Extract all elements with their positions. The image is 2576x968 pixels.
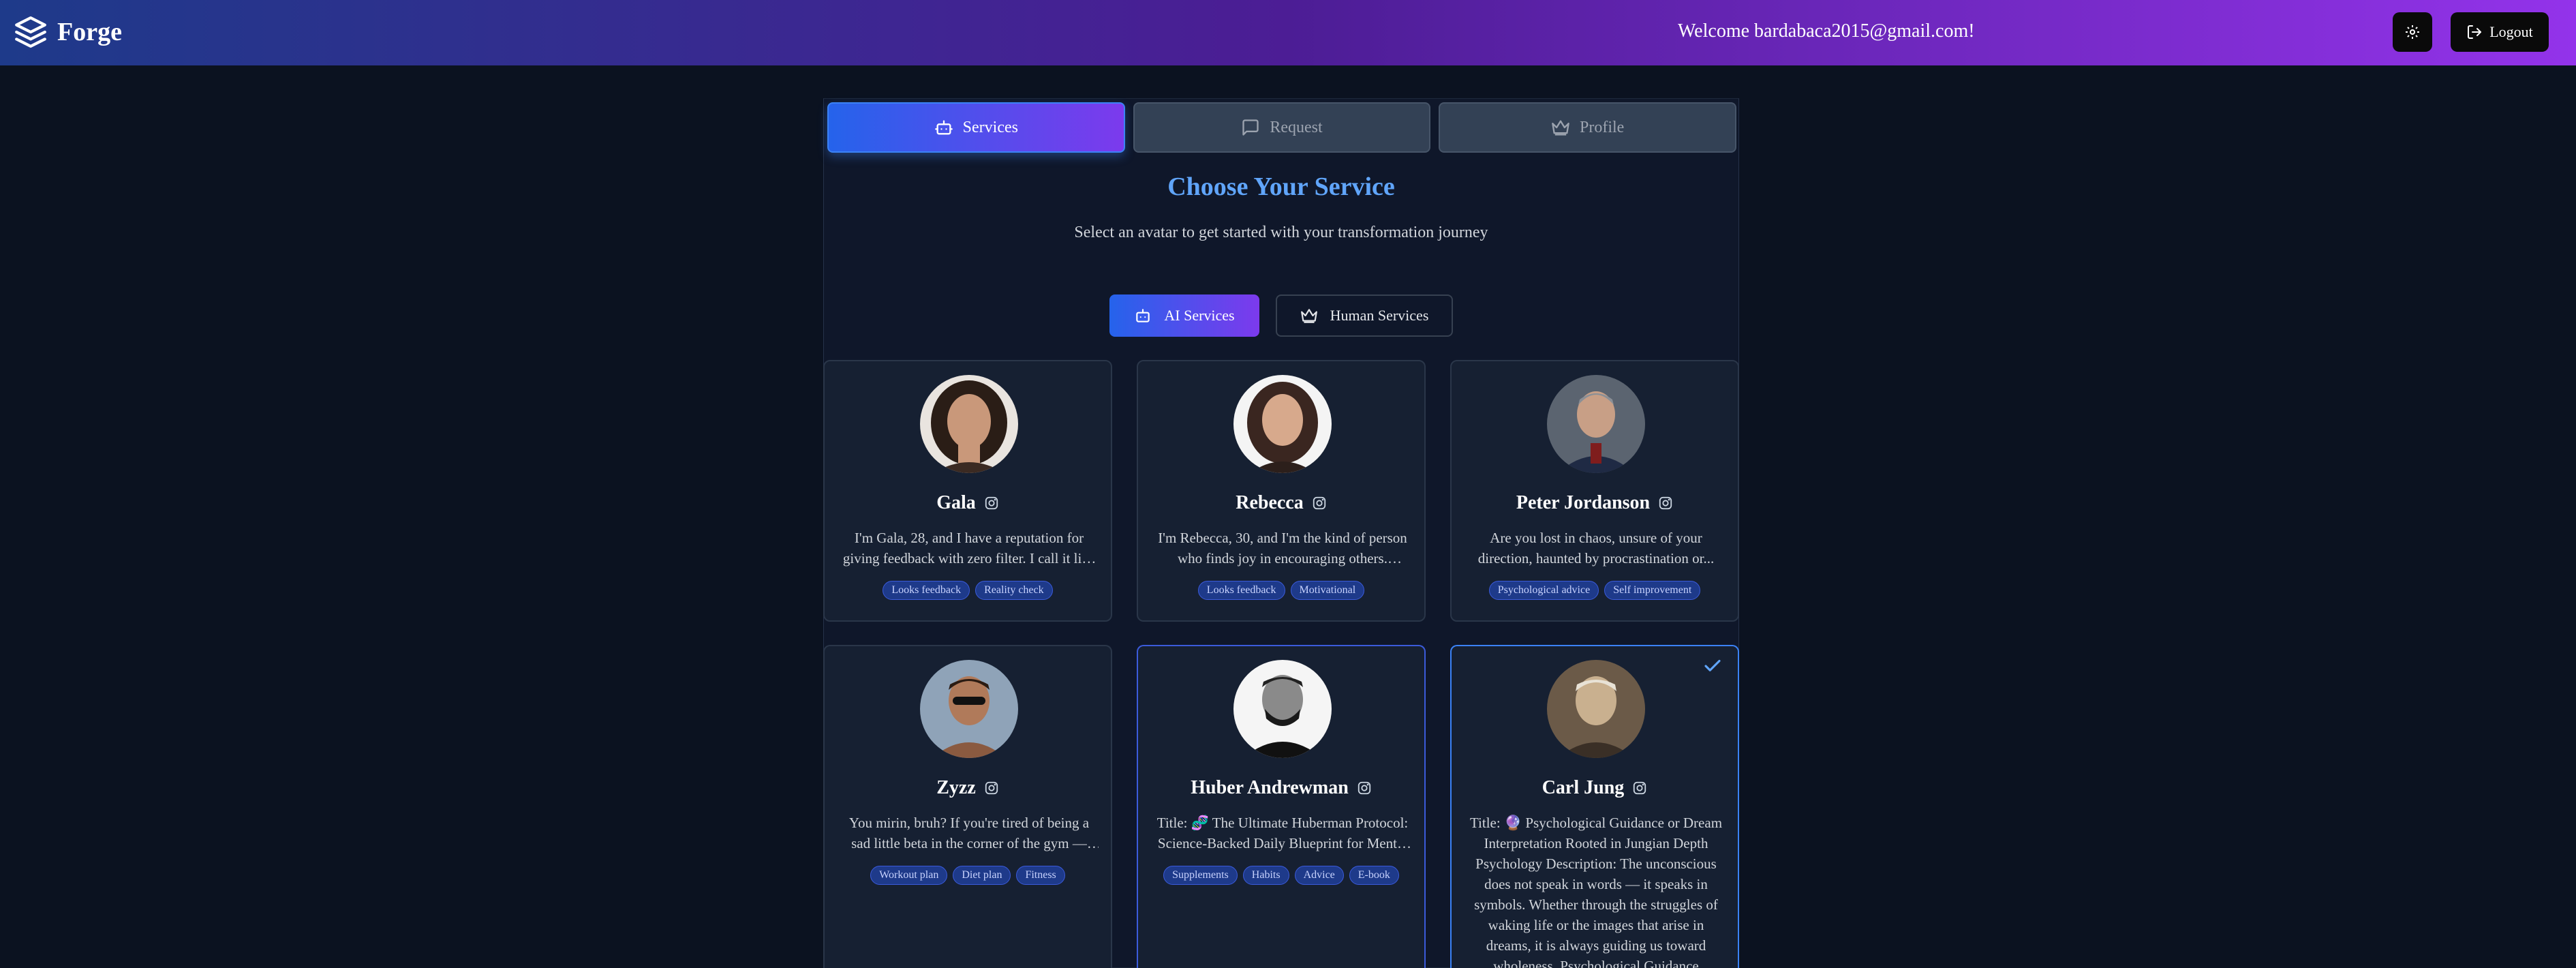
tag: E-book: [1349, 866, 1399, 885]
card-description: You mirin, bruh? If you're tired of bein…: [848, 815, 1090, 851]
service-card-carl-jung[interactable]: Carl Jung Title: 🔮 Psychological Guidanc…: [1450, 645, 1739, 968]
logout-button[interactable]: Logout: [2451, 12, 2549, 52]
card-name: Peter Jordanson: [1516, 492, 1651, 513]
tag: Advice: [1294, 866, 1344, 885]
checkmark-icon: [1704, 659, 1721, 671]
tag: Looks feedback: [1197, 581, 1285, 600]
brand-logo[interactable]: Forge: [14, 15, 122, 49]
service-card-huber-andrewman[interactable]: Huber Andrewman Title: 🧬 The Ultimate Hu…: [1137, 645, 1426, 968]
tag-list: Supplements Habits Advice E-book: [1138, 866, 1424, 885]
settings-button[interactable]: [2393, 12, 2432, 52]
welcome-text: Welcome bardabaca2015@gmail.com!: [1678, 20, 1975, 42]
tab-profile[interactable]: Profile: [1439, 102, 1737, 153]
tag: Diet plan: [953, 866, 1011, 885]
main-tabs: Services Request Profile: [827, 102, 1737, 153]
instagram-icon[interactable]: [1312, 496, 1327, 511]
page-title: Choose Your Service: [1167, 172, 1395, 201]
tab-label: Request: [1270, 118, 1323, 136]
bot-icon: [934, 120, 953, 135]
avatar: [920, 375, 1018, 473]
tag-list: Workout plan Diet plan Fitness: [825, 866, 1111, 885]
tag: Motivational: [1290, 581, 1365, 600]
ai-services-toggle[interactable]: AI Services: [1109, 294, 1259, 337]
card-name: Gala: [936, 492, 976, 513]
tab-request[interactable]: Request: [1133, 102, 1431, 153]
tab-services[interactable]: Services: [827, 102, 1125, 153]
page-subtitle: Select an avatar to get started with you…: [1074, 224, 1488, 241]
tag: Workout plan: [870, 866, 948, 885]
tag-list: Psychological advice Self improvement: [1452, 581, 1738, 600]
crown-icon: [1300, 309, 1317, 323]
tag: Reality check: [975, 581, 1053, 600]
tag: Fitness: [1016, 866, 1065, 885]
bot-icon: [1136, 309, 1150, 322]
tag: Psychological advice: [1488, 581, 1599, 600]
instagram-icon[interactable]: [984, 496, 999, 511]
top-header: Forge Welcome bardabaca2015@gmail.com! L…: [0, 0, 2576, 65]
crown-icon: [1552, 120, 1569, 136]
gear-icon: [2406, 25, 2419, 39]
service-card-rebecca[interactable]: Rebecca I'm Rebecca, 30, and I'm the kin…: [1137, 360, 1426, 622]
card-description: I'm Gala, 28, and I have a reputation fo…: [842, 530, 1096, 566]
card-description: I'm Rebecca, 30, and I'm the kind of per…: [1158, 530, 1407, 566]
card-name: Rebecca: [1236, 492, 1304, 513]
tab-label: Services: [962, 118, 1018, 136]
logout-icon: [2468, 25, 2482, 39]
avatar: [1547, 375, 1645, 473]
service-card-peter-jordanson[interactable]: Peter Jordanson Are you lost in chaos, u…: [1450, 360, 1739, 622]
tag-list: Looks feedback Reality check: [825, 581, 1111, 600]
layers-icon: [15, 16, 46, 48]
tag: Supplements: [1163, 866, 1238, 885]
human-services-toggle[interactable]: Human Services: [1276, 294, 1453, 337]
toggle-label: Human Services: [1330, 307, 1429, 324]
logout-label: Logout: [2489, 23, 2533, 40]
instagram-icon[interactable]: [1357, 781, 1372, 796]
card-name: Carl Jung: [1542, 777, 1625, 798]
avatar: [1233, 375, 1332, 473]
card-description: Title: 🧬 The Ultimate Huberman Protocol:…: [1156, 815, 1409, 851]
card-name: Huber Andrewman: [1191, 777, 1349, 798]
tag-list: Looks feedback Motivational: [1138, 581, 1424, 600]
service-card-gala[interactable]: Gala I'm Gala, 28, and I have a reputati…: [823, 360, 1112, 622]
instagram-icon[interactable]: [984, 781, 999, 796]
card-name: Zyzz: [936, 777, 976, 798]
avatar: [1547, 660, 1645, 758]
service-card-zyzz[interactable]: Zyzz You mirin, bruh? If you're tired of…: [823, 645, 1112, 968]
tag: Looks feedback: [883, 581, 970, 600]
card-description: Title: 🔮 Psychological Guidance or Dream…: [1469, 815, 1723, 968]
tag: Self improvement: [1604, 581, 1701, 600]
card-description: Are you lost in chaos, unsure of your di…: [1477, 530, 1715, 566]
instagram-icon[interactable]: [1632, 781, 1647, 796]
toggle-label: AI Services: [1164, 307, 1235, 324]
brand-name: Forge: [57, 18, 122, 46]
instagram-icon[interactable]: [1658, 496, 1673, 511]
avatar: [920, 660, 1018, 758]
tag: Habits: [1242, 866, 1289, 885]
avatar: [1233, 660, 1332, 758]
tab-label: Profile: [1580, 118, 1625, 136]
chat-icon: [1242, 119, 1259, 136]
